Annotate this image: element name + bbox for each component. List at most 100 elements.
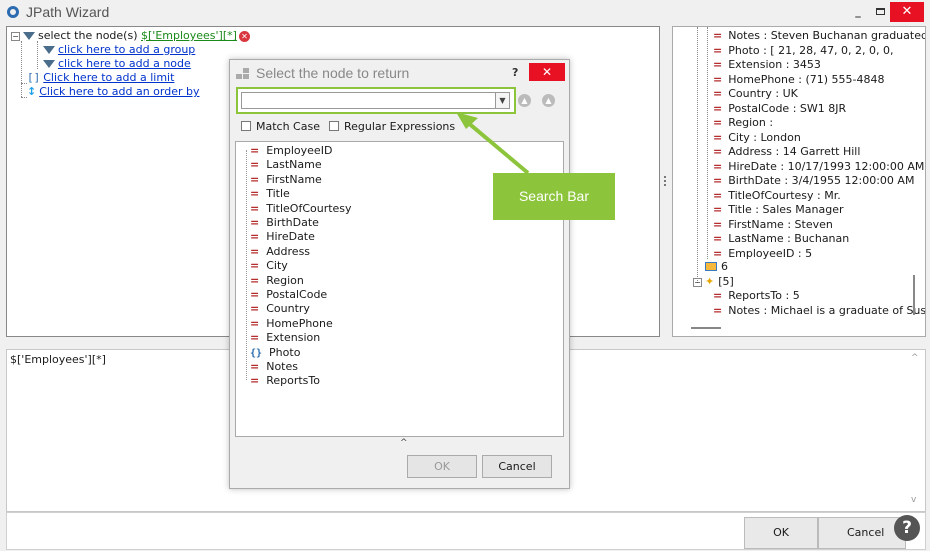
- app-icon: [7, 6, 19, 18]
- node-list-item[interactable]: = ReportsTo: [250, 374, 320, 387]
- data-field-line[interactable]: = PostalCode : SW1 8JR: [713, 102, 846, 115]
- list-caret-icon[interactable]: ^: [400, 438, 408, 448]
- add-order-link[interactable]: Click here to add an order by: [39, 85, 199, 98]
- field-icon: =: [713, 72, 723, 86]
- add-limit-link[interactable]: Click here to add a limit: [43, 71, 174, 84]
- next-match-button[interactable]: ▲: [542, 94, 555, 107]
- match-case-label: Match Case: [256, 120, 320, 133]
- regex-checkbox[interactable]: Regular Expressions: [329, 120, 455, 133]
- field-icon: =: [713, 232, 723, 245]
- data-field-label: TitleOfCourtesy : Mr.: [728, 188, 841, 202]
- array-node[interactable]: − ✦ [5]: [693, 275, 734, 288]
- field-icon: =: [713, 116, 723, 129]
- field-icon: =: [713, 87, 723, 100]
- data-tree-pane: = Notes : Steven Buchanan graduated = Photo…: [672, 26, 926, 337]
- node-list-item[interactable]: = HomePhone: [250, 317, 333, 330]
- data-field-line[interactable]: = Notes : Michael is a graduate of Suss: [713, 304, 925, 317]
- scroll-down-icon[interactable]: v: [911, 495, 916, 505]
- close-button[interactable]: ✕: [890, 2, 924, 22]
- data-field-line[interactable]: = HomePhone : (71) 555-4848: [713, 73, 885, 86]
- horizontal-scrollbar[interactable]: [691, 327, 721, 329]
- scroll-up-icon[interactable]: ^: [911, 353, 919, 363]
- dialog-help-button[interactable]: ?: [512, 66, 518, 79]
- dialog-close-button[interactable]: ✕: [529, 63, 565, 81]
- dialog-title: Select the node to return: [256, 65, 410, 81]
- data-field-label: Address : 14 Garrett Hill: [728, 145, 861, 158]
- checkbox-box: [329, 121, 339, 131]
- ok-button[interactable]: OK: [744, 517, 818, 549]
- field-icon: =: [713, 101, 723, 115]
- search-input[interactable]: [241, 92, 497, 109]
- data-field-line[interactable]: = LastName : Buchanan: [713, 232, 849, 245]
- minimize-button[interactable]: _: [848, 2, 868, 22]
- vertical-scrollbar[interactable]: [913, 275, 915, 315]
- collapse-toggle[interactable]: −: [693, 277, 702, 287]
- data-field-line[interactable]: = Country : UK: [713, 87, 798, 100]
- search-bar-callout: Search Bar: [493, 173, 615, 220]
- data-field-line[interactable]: = Region :: [713, 116, 773, 129]
- data-field-line[interactable]: = BirthDate : 3/4/1955 12:00:00 AM: [713, 174, 914, 187]
- node-list-item[interactable]: = TitleOfCourtesy: [250, 202, 352, 215]
- index-node-label: 6: [721, 260, 728, 273]
- data-field-line[interactable]: = Photo : [ 21, 28, 47, 0, 2, 0, 0,: [713, 44, 894, 57]
- chevron-down-icon[interactable]: ▼: [495, 92, 510, 109]
- match-case-checkbox[interactable]: Match Case: [241, 120, 320, 133]
- data-field-label: EmployeeID : 5: [728, 246, 813, 260]
- remove-icon[interactable]: ✕: [238, 30, 250, 42]
- footer-bar: OK Cancel ?: [6, 512, 926, 550]
- node-list-item[interactable]: = FirstName: [250, 173, 322, 186]
- node-list-item[interactable]: = EmployeeID: [250, 144, 332, 157]
- data-field-line[interactable]: = HireDate : 10/17/1993 12:00:00 AM: [713, 160, 924, 173]
- node-list-item[interactable]: = City: [250, 259, 288, 272]
- node-name: PostalCode: [266, 288, 328, 301]
- node-path-link[interactable]: $['Employees'][*]: [141, 29, 237, 42]
- data-field-line[interactable]: = Title : Sales Manager: [713, 203, 843, 216]
- help-icon[interactable]: ?: [894, 515, 920, 541]
- add-group-link[interactable]: click here to add a group: [58, 43, 195, 56]
- field-icon: =: [250, 259, 260, 273]
- object-icon: ✦: [705, 275, 715, 288]
- data-field-line[interactable]: = FirstName : Steven: [713, 218, 833, 231]
- regex-label: Regular Expressions: [344, 120, 456, 133]
- node-list-item[interactable]: = BirthDate: [250, 216, 319, 229]
- node-name: LastName: [266, 158, 322, 172]
- data-field-line[interactable]: = EmployeeID : 5: [713, 247, 812, 260]
- splitter-grip[interactable]: [664, 176, 667, 190]
- field-icon: =: [250, 302, 260, 316]
- node-list-item[interactable]: = Title: [250, 187, 290, 200]
- table-icon: [705, 262, 717, 271]
- data-field-label: Notes : Steven Buchanan graduated: [728, 29, 926, 42]
- data-field-line[interactable]: = Extension : 3453: [713, 58, 821, 71]
- field-icon: =: [250, 316, 260, 330]
- previous-match-button[interactable]: ▲: [518, 94, 531, 107]
- field-icon: =: [713, 43, 723, 57]
- cancel-button[interactable]: Cancel: [818, 517, 906, 549]
- node-list-item[interactable]: {} Photo: [250, 346, 300, 359]
- add-node-link[interactable]: click here to add a node: [58, 57, 191, 70]
- limit-icon: []: [27, 71, 41, 84]
- data-field-label: ReportsTo : 5: [728, 289, 800, 302]
- data-field-line[interactable]: = Address : 14 Garrett Hill: [713, 145, 860, 158]
- node-list-item[interactable]: = PostalCode: [250, 288, 327, 301]
- node-name: HireDate: [266, 230, 315, 244]
- dialog-cancel-button[interactable]: Cancel: [482, 455, 552, 478]
- data-field-line[interactable]: = City : London: [713, 131, 801, 144]
- data-field-line[interactable]: = Notes : Steven Buchanan graduated: [713, 29, 926, 42]
- node-list-item[interactable]: = Country: [250, 302, 310, 315]
- node-list-item[interactable]: = HireDate: [250, 230, 315, 243]
- data-field-line[interactable]: = ReportsTo : 5: [713, 289, 800, 302]
- index-node[interactable]: 6: [705, 260, 728, 273]
- node-list-item[interactable]: = Address: [250, 245, 310, 258]
- data-field-line[interactable]: = TitleOfCourtesy : Mr.: [713, 189, 841, 202]
- maximize-button[interactable]: [870, 2, 890, 22]
- dialog-ok-button[interactable]: OK: [407, 455, 477, 478]
- collapse-toggle[interactable]: −: [11, 31, 20, 41]
- field-icon: =: [713, 203, 723, 216]
- node-list-item[interactable]: = Region: [250, 274, 304, 287]
- node-list-item[interactable]: = LastName: [250, 158, 322, 171]
- node-name: City: [266, 259, 288, 273]
- field-icon: =: [250, 244, 260, 258]
- search-bar-highlight: ▼: [236, 87, 516, 114]
- node-list-item[interactable]: = Extension: [250, 331, 320, 344]
- node-list-item[interactable]: = Notes: [250, 360, 298, 373]
